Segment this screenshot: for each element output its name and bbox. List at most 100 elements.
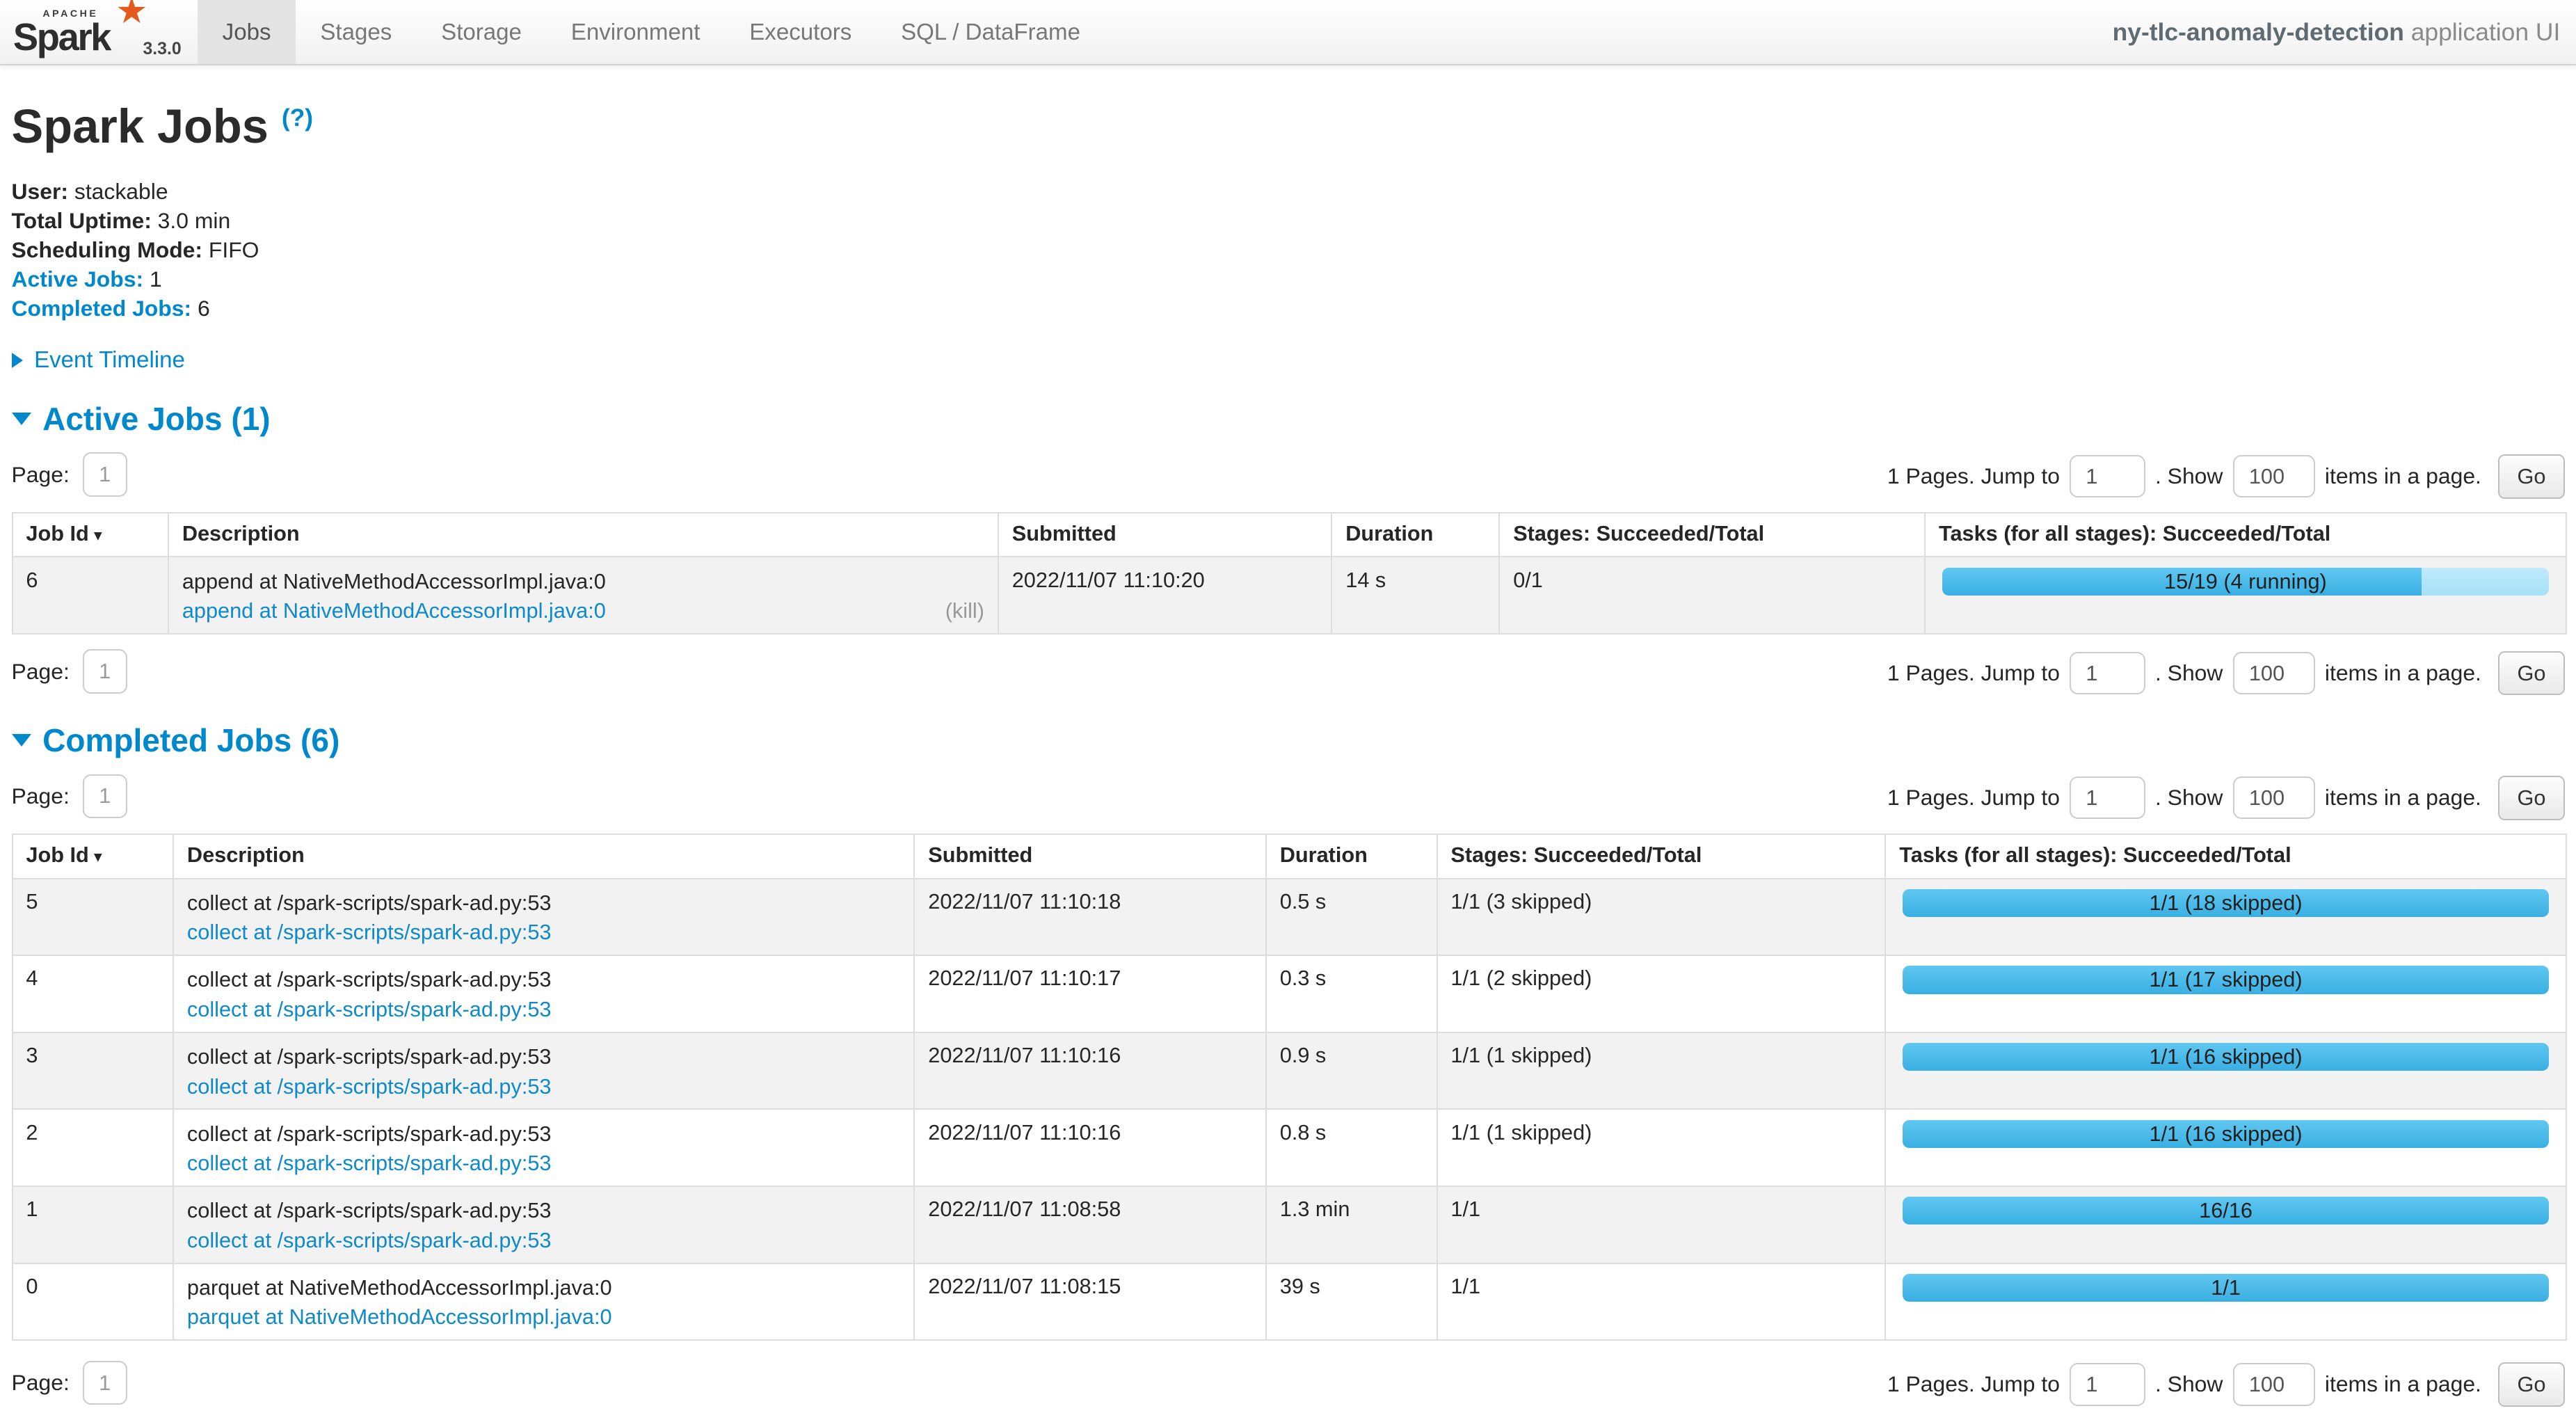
job-detail-link[interactable]: collect at /spark-scripts/spark-ad.py:53 [187, 1149, 552, 1177]
job-duration-cell: 0.9 s [1266, 1032, 1437, 1110]
main-content: Spark Jobs (?) User: stackable Total Upt… [0, 99, 2576, 1407]
collapse-arrow-icon [12, 734, 31, 747]
application-name-bold: ny-tlc-anomaly-detection [2113, 18, 2404, 46]
jump-to-page-input[interactable] [2070, 776, 2145, 819]
column-header-description[interactable]: Description [173, 834, 914, 879]
column-header-duration[interactable]: Duration [1331, 513, 1499, 557]
tab-sql-dataframe[interactable]: SQL / DataFrame [877, 0, 1105, 64]
progress-label: 1/1 (16 skipped) [1903, 1120, 2549, 1148]
job-stages-cell: 1/1 [1437, 1186, 1886, 1263]
items-per-page-input[interactable] [2233, 1363, 2315, 1405]
spark-logo[interactable]: APACHE Spark ★ 3.3.0 [0, 0, 198, 64]
column-header-duration[interactable]: Duration [1266, 834, 1437, 879]
go-button[interactable]: Go [2498, 454, 2566, 499]
column-header-stages[interactable]: Stages: Succeeded/Total [1499, 513, 1925, 557]
completed-jobs-table: Job Id▾ Description Submitted Duration S… [12, 833, 2567, 1341]
job-row: 0 parquet at NativeMethodAccessorImpl.ja… [13, 1263, 2566, 1341]
items-per-page-input[interactable] [2233, 776, 2315, 819]
job-submitted-cell: 2022/11/07 11:10:20 [998, 557, 1332, 634]
column-header-tasks[interactable]: Tasks (for all stages): Succeeded/Total [1925, 513, 2566, 557]
progress-label: 1/1 (16 skipped) [1903, 1043, 2549, 1071]
spark-version: 3.3.0 [143, 40, 181, 59]
go-button[interactable]: Go [2498, 651, 2566, 696]
spark-star-icon: ★ [115, 0, 148, 32]
items-per-page-input[interactable] [2233, 455, 2315, 497]
job-id-cell: 2 [13, 1109, 173, 1186]
job-detail-link[interactable]: collect at /spark-scripts/spark-ad.py:53 [187, 918, 552, 946]
job-submitted-cell: 2022/11/07 11:10:16 [914, 1032, 1266, 1110]
job-duration-cell: 14 s [1331, 557, 1499, 634]
collapse-arrow-icon [12, 413, 31, 425]
page-title-text: Spark Jobs [12, 99, 269, 153]
job-detail-link[interactable]: collect at /spark-scripts/spark-ad.py:53 [187, 996, 552, 1023]
go-button[interactable]: Go [2498, 1362, 2566, 1407]
job-description-cell: parquet at NativeMethodAccessorImpl.java… [173, 1263, 914, 1341]
event-timeline-label: Event Timeline [34, 347, 185, 374]
items-text: items in a page. [2325, 785, 2481, 811]
job-stages-cell: 0/1 [1499, 557, 1925, 634]
job-stages-cell: 1/1 (2 skipped) [1437, 955, 1886, 1032]
go-button[interactable]: Go [2498, 776, 2566, 820]
job-detail-link[interactable]: parquet at NativeMethodAccessorImpl.java… [187, 1303, 612, 1331]
page-number-input[interactable] [83, 774, 127, 819]
job-duration-cell: 39 s [1266, 1263, 1437, 1341]
pages-jump-text: 1 Pages. Jump to [1887, 785, 2060, 811]
active-jobs-link[interactable]: Active Jobs: [12, 266, 144, 292]
active-jobs-table: Job Id▾ Description Submitted Duration S… [12, 512, 2567, 635]
kill-job-link[interactable]: (kill) [945, 597, 984, 625]
help-icon[interactable]: (?) [282, 104, 313, 131]
tab-executors[interactable]: Executors [725, 0, 877, 64]
pages-jump-text: 1 Pages. Jump to [1887, 1371, 2060, 1397]
column-header-stages[interactable]: Stages: Succeeded/Total [1437, 834, 1886, 879]
sort-desc-icon: ▾ [94, 527, 102, 545]
pages-jump-text: 1 Pages. Jump to [1887, 660, 2060, 686]
tab-stages[interactable]: Stages [296, 0, 417, 64]
job-detail-link[interactable]: collect at /spark-scripts/spark-ad.py:53 [187, 1073, 552, 1101]
pagination-completed-top: Page: 1 Pages. Jump to . Show items in a… [12, 774, 2566, 820]
job-submitted-cell: 2022/11/07 11:10:18 [914, 879, 1266, 956]
page-title: Spark Jobs (?) [12, 99, 2566, 154]
jump-to-page-input[interactable] [2070, 455, 2145, 497]
jump-to-page-input[interactable] [2070, 652, 2145, 694]
navbar: APACHE Spark ★ 3.3.0 Jobs Stages Storage… [0, 0, 2576, 65]
page-number-input[interactable] [83, 649, 127, 694]
job-stages-cell: 1/1 (1 skipped) [1437, 1109, 1886, 1186]
jump-to-page-input[interactable] [2070, 1363, 2145, 1405]
spark-logo-graphic: APACHE Spark ★ [13, 0, 135, 59]
progress-label: 1/1 (17 skipped) [1903, 966, 2549, 994]
job-row: 1 collect at /spark-scripts/spark-ad.py:… [13, 1186, 2566, 1263]
pagination-active-bottom: Page: 1 Pages. Jump to . Show items in a… [12, 649, 2566, 695]
tab-storage[interactable]: Storage [417, 0, 547, 64]
job-stages-cell: 1/1 (3 skipped) [1437, 879, 1886, 956]
job-id-cell: 5 [13, 879, 173, 956]
page-label: Page: [12, 659, 70, 685]
column-header-description[interactable]: Description [168, 513, 998, 557]
column-header-job-id[interactable]: Job Id▾ [13, 834, 173, 879]
tab-environment[interactable]: Environment [546, 0, 724, 64]
expand-arrow-icon [12, 353, 23, 368]
job-tasks-cell: 15/19 (4 running) [1925, 557, 2566, 634]
tasks-progress-bar: 1/1 [1903, 1274, 2549, 1302]
job-summary: User: stackable Total Uptime: 3.0 min Sc… [12, 177, 2566, 323]
column-header-job-id[interactable]: Job Id▾ [13, 513, 168, 557]
job-description-cell: collect at /spark-scripts/spark-ad.py:53… [173, 879, 914, 956]
completed-jobs-heading[interactable]: Completed Jobs (6) [12, 721, 2566, 759]
completed-jobs-link[interactable]: Completed Jobs: [12, 296, 192, 321]
job-submitted-cell: 2022/11/07 11:10:16 [914, 1109, 1266, 1186]
job-detail-link[interactable]: collect at /spark-scripts/spark-ad.py:53 [187, 1227, 552, 1254]
tab-jobs[interactable]: Jobs [198, 0, 296, 64]
active-jobs-heading[interactable]: Active Jobs (1) [12, 400, 2566, 438]
page-number-input[interactable] [83, 1361, 127, 1405]
column-header-submitted[interactable]: Submitted [998, 513, 1332, 557]
job-submitted-cell: 2022/11/07 11:08:58 [914, 1186, 1266, 1263]
page-number-input[interactable] [83, 452, 127, 497]
items-text: items in a page. [2325, 463, 2481, 489]
column-header-tasks[interactable]: Tasks (for all stages): Succeeded/Total [1885, 834, 2566, 879]
column-header-submitted[interactable]: Submitted [914, 834, 1266, 879]
job-detail-link[interactable]: append at NativeMethodAccessorImpl.java:… [182, 597, 606, 625]
job-tasks-cell: 1/1 (16 skipped) [1885, 1032, 2566, 1110]
items-per-page-input[interactable] [2233, 652, 2315, 694]
event-timeline-toggle[interactable]: Event Timeline [12, 347, 2566, 374]
tasks-progress-bar: 15/19 (4 running) [1942, 568, 2549, 596]
tasks-progress-bar: 1/1 (17 skipped) [1903, 966, 2549, 994]
